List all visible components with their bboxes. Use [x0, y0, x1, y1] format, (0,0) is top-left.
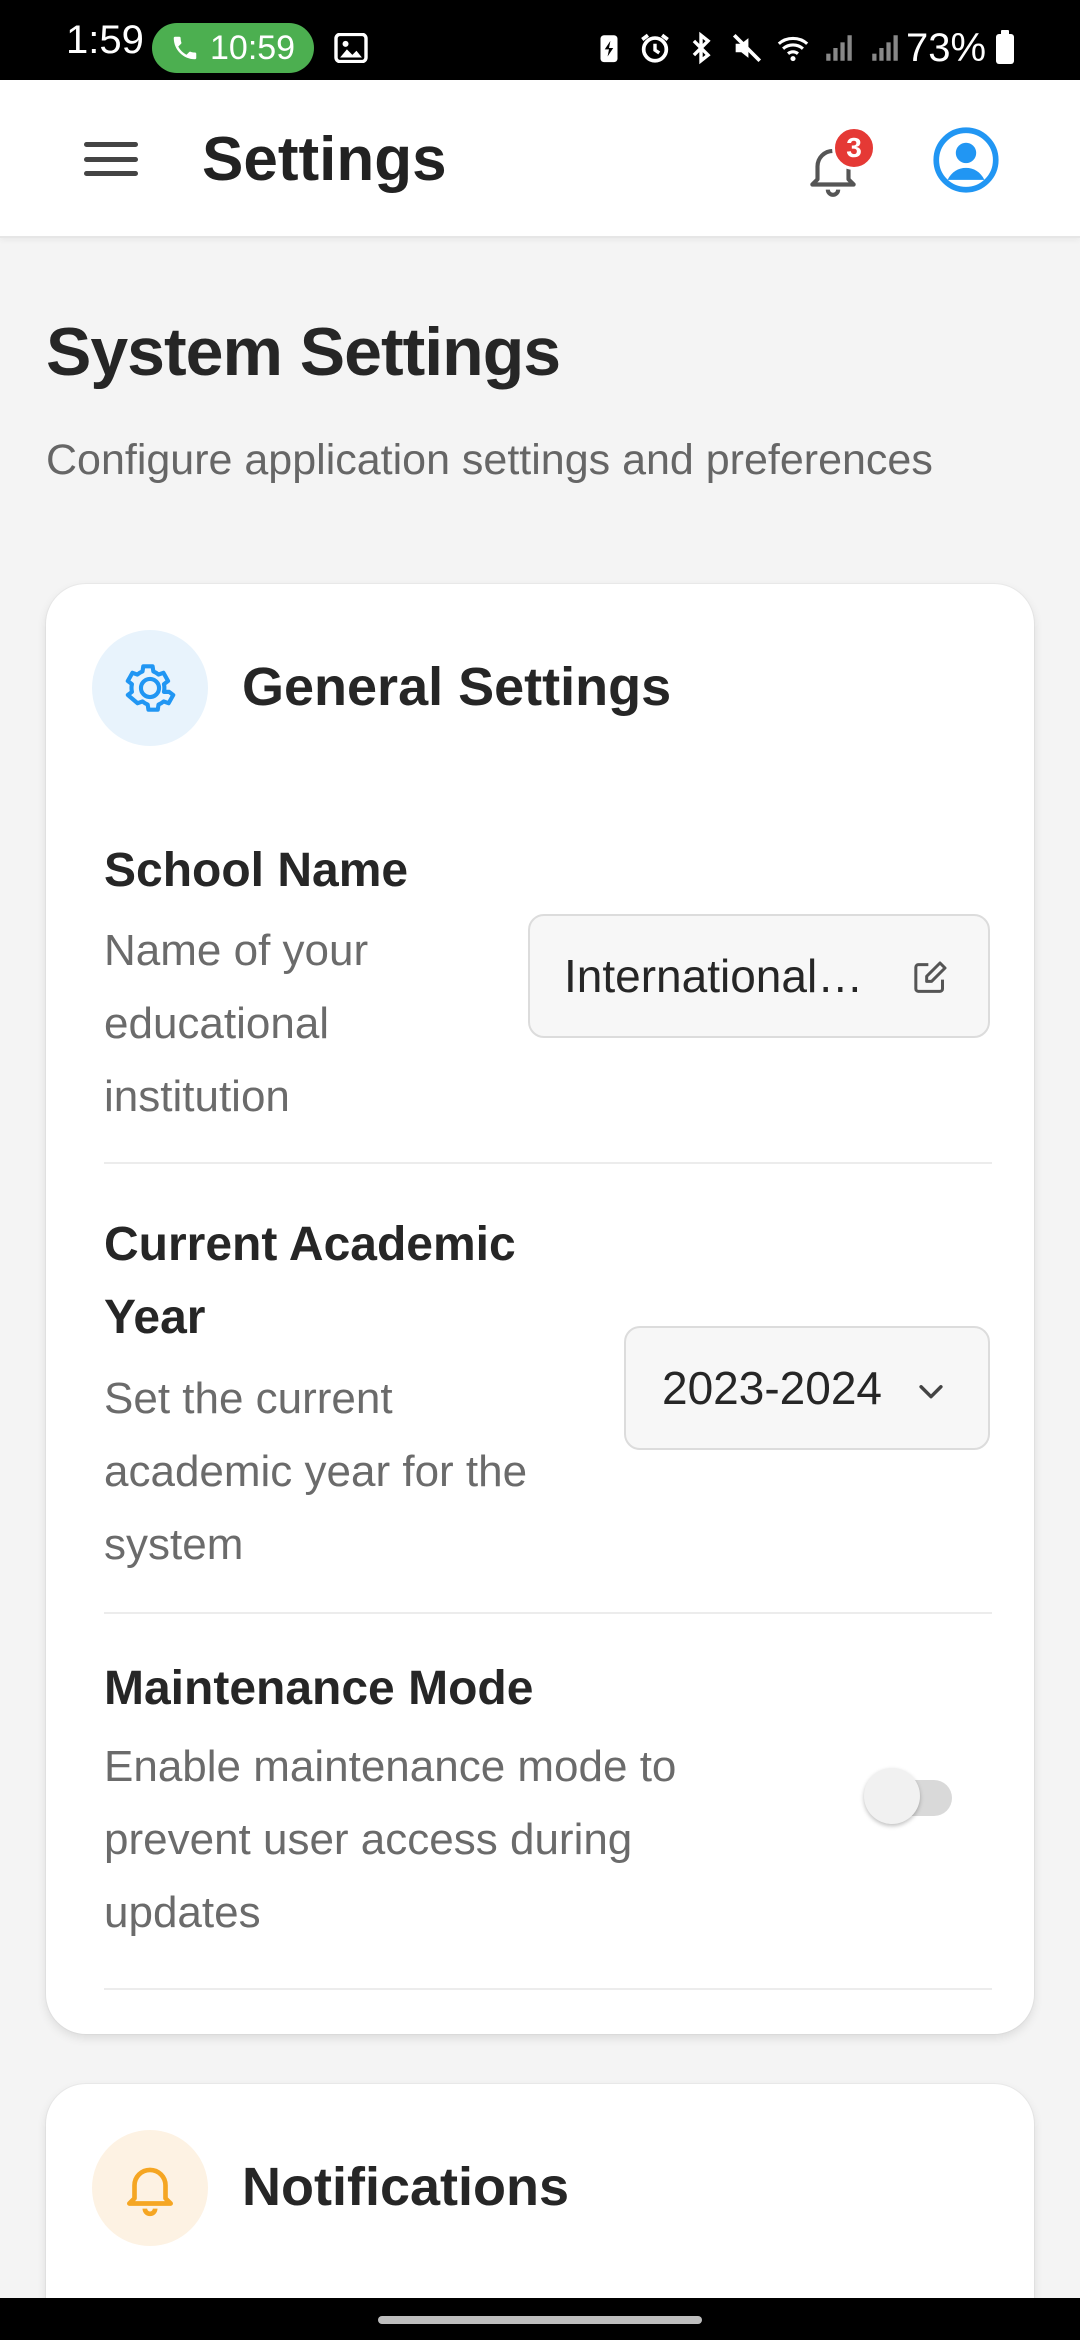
general-settings-icon-badge	[92, 630, 208, 746]
maintenance-mode-description: Enable maintenance mode to prevent user …	[104, 1742, 677, 1937]
call-duration: 10:59	[210, 28, 296, 67]
signal-icon-2	[872, 35, 898, 61]
school-name-description: Name of your educational institution	[104, 926, 369, 1121]
maintenance-mode-label: Maintenance Mode	[104, 1662, 534, 1715]
notifications-title: Notifications	[242, 2157, 570, 2217]
academic-year-select[interactable]: 2023-2024	[624, 1326, 990, 1450]
maintenance-mode-toggle[interactable]	[864, 1768, 958, 1824]
page-subtitle: Configure application settings and prefe…	[46, 436, 933, 484]
battery-percent: 73%	[906, 26, 987, 70]
status-bar: 1:59 10:59 73%	[0, 0, 1080, 80]
battery-saver-icon	[600, 35, 618, 63]
alarm-icon	[641, 33, 669, 63]
system-nav-bar	[0, 2298, 1080, 2340]
profile-button[interactable]	[932, 126, 1000, 194]
academic-year-description: Set the current academic year for the sy…	[104, 1374, 528, 1569]
general-settings-title: General Settings	[242, 657, 672, 717]
divider	[104, 1612, 992, 1614]
divider	[104, 1162, 992, 1164]
school-name-value: International School	[564, 950, 874, 1002]
bluetooth-icon	[692, 31, 711, 65]
chevron-down-icon	[919, 1385, 943, 1399]
notifications-button[interactable]: 3	[798, 126, 876, 200]
school-name-field[interactable]: International School	[528, 914, 990, 1038]
notification-badge: 3	[832, 126, 876, 170]
app-title: Settings	[202, 125, 447, 194]
page-title: System Settings	[46, 314, 561, 390]
user-avatar-icon	[933, 127, 999, 193]
school-name-label: School Name	[104, 844, 409, 897]
wifi-icon	[777, 36, 809, 62]
toggle-knob	[864, 1768, 920, 1824]
academic-year-value: 2023-2024	[662, 1362, 882, 1414]
signal-icon	[826, 35, 852, 61]
ongoing-call-chip[interactable]: 10:59	[152, 23, 314, 73]
mute-icon	[732, 33, 762, 63]
divider	[104, 1988, 992, 1990]
general-settings-card: General Settings School Name Name of you…	[46, 584, 1034, 2034]
gear-icon	[125, 664, 176, 712]
app-bar: Settings 3	[0, 80, 1080, 238]
bell-icon	[127, 2167, 173, 2217]
notifications-icon-badge	[92, 2130, 208, 2246]
status-icons	[592, 27, 902, 69]
edit-icon[interactable]	[910, 958, 950, 998]
menu-icon[interactable]	[84, 140, 138, 178]
battery-icon	[996, 30, 1014, 64]
gallery-icon	[334, 33, 368, 63]
academic-year-label: Current Academic Year	[104, 1218, 516, 1344]
home-gesture-handle[interactable]	[378, 2316, 702, 2324]
status-time: 1:59	[66, 18, 144, 62]
phone-icon	[173, 36, 197, 60]
